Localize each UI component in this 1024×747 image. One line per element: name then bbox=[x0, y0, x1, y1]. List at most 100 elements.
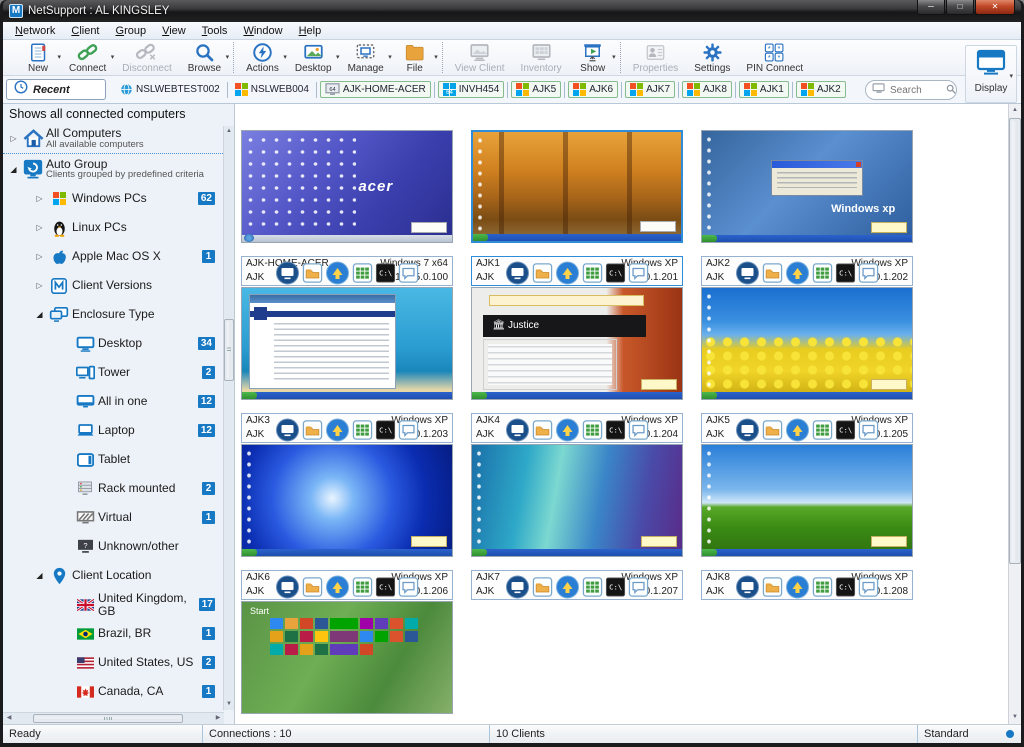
expand-arrow-icon[interactable]: ▷ bbox=[33, 194, 46, 203]
search-box[interactable] bbox=[865, 80, 957, 100]
view-icon[interactable] bbox=[506, 418, 530, 442]
inventory-grid-icon[interactable] bbox=[353, 577, 373, 597]
menu-item-view[interactable]: View bbox=[154, 25, 194, 37]
chat-icon[interactable] bbox=[629, 577, 649, 597]
tab-nslwebtest002[interactable]: NSLWEBTEST002 bbox=[116, 82, 224, 97]
sidebar-item-enclosure-type[interactable]: ◢Enclosure Type bbox=[3, 300, 223, 329]
tab-ajk2[interactable]: AJK2 bbox=[796, 81, 846, 98]
main-vertical-scrollbar[interactable]: ▲ ▼ bbox=[1008, 104, 1021, 724]
file-transfer-icon[interactable] bbox=[533, 263, 553, 283]
scroll-down-icon[interactable]: ▼ bbox=[224, 699, 234, 710]
settings-button[interactable]: Settings bbox=[686, 40, 738, 75]
sidebar-item-apple-mac-os-x[interactable]: ▷Apple Mac OS X1 bbox=[3, 242, 223, 271]
client-thumbnail[interactable] bbox=[241, 287, 453, 400]
command-prompt-icon[interactable]: C:\ bbox=[606, 263, 626, 283]
view-icon[interactable] bbox=[736, 575, 760, 599]
deploy-icon[interactable] bbox=[786, 418, 810, 442]
client-thumbnail[interactable] bbox=[701, 287, 913, 400]
view-icon[interactable] bbox=[736, 261, 760, 285]
sidebar-item-auto-group[interactable]: ◢Auto GroupClients grouped by predefined… bbox=[3, 154, 223, 184]
inventory-grid-icon[interactable] bbox=[813, 263, 833, 283]
collapse-arrow-icon[interactable]: ◢ bbox=[7, 165, 20, 174]
sidebar-item-laptop[interactable]: Laptop12 bbox=[3, 416, 223, 445]
connect-button[interactable]: ▾Connect bbox=[61, 40, 114, 75]
scroll-right-icon[interactable]: ▶ bbox=[212, 713, 224, 724]
client-thumbnail[interactable]: acer bbox=[241, 130, 453, 243]
tab-ajk1[interactable]: AJK1 bbox=[739, 81, 789, 98]
command-prompt-icon[interactable]: C:\ bbox=[376, 263, 396, 283]
menu-item-client[interactable]: Client bbox=[63, 25, 107, 37]
sidebar-item-canada-ca[interactable]: Canada, CA1 bbox=[3, 677, 223, 706]
deploy-icon[interactable] bbox=[556, 261, 580, 285]
desktop-button[interactable]: ▾Desktop bbox=[287, 40, 340, 75]
scroll-left-icon[interactable]: ◀ bbox=[3, 713, 15, 724]
deploy-icon[interactable] bbox=[326, 575, 350, 599]
tab-ajk-home-acer[interactable]: 64AJK-HOME-ACER bbox=[320, 81, 431, 98]
scroll-up-icon[interactable]: ▲ bbox=[1009, 104, 1021, 117]
sidebar-item-client-location[interactable]: ◢Client Location bbox=[3, 561, 223, 590]
view-icon[interactable] bbox=[506, 261, 530, 285]
close-button[interactable]: ✕ bbox=[975, 0, 1015, 15]
scroll-down-icon[interactable]: ▼ bbox=[1009, 711, 1021, 724]
tab-invh454[interactable]: 64INVH454 bbox=[438, 81, 505, 98]
scrollbar-thumb[interactable] bbox=[33, 714, 183, 723]
sidebar-item-all-in-one[interactable]: All in one12 bbox=[3, 387, 223, 416]
client-thumbnail[interactable]: Start bbox=[241, 601, 453, 714]
menu-item-help[interactable]: Help bbox=[291, 25, 330, 37]
view-icon[interactable] bbox=[276, 575, 300, 599]
file-transfer-icon[interactable] bbox=[303, 420, 323, 440]
client-thumbnail[interactable] bbox=[701, 444, 913, 557]
tab-ajk5[interactable]: AJK5 bbox=[511, 81, 561, 98]
display-button[interactable]: ▾ Display bbox=[965, 45, 1017, 103]
inventory-grid-icon[interactable] bbox=[583, 263, 603, 283]
sidebar-item-united-kingdom-gb[interactable]: United Kingdom, GB17 bbox=[3, 590, 223, 619]
command-prompt-icon[interactable]: C:\ bbox=[836, 420, 856, 440]
sidebar-item-virtual[interactable]: Virtual1 bbox=[3, 503, 223, 532]
sidebar-item-all-computers[interactable]: ▷All ComputersAll available computers bbox=[3, 124, 223, 154]
actions-button[interactable]: ▾Actions bbox=[238, 40, 287, 75]
file-transfer-icon[interactable] bbox=[533, 420, 553, 440]
search-input[interactable] bbox=[890, 85, 942, 96]
view-icon[interactable] bbox=[506, 575, 530, 599]
collapse-arrow-icon[interactable]: ◢ bbox=[33, 310, 46, 319]
tab-ajk7[interactable]: AJK7 bbox=[625, 81, 675, 98]
client-thumbnail[interactable] bbox=[471, 130, 683, 243]
sidebar-item-windows-pcs[interactable]: ▷Windows PCs62 bbox=[3, 184, 223, 213]
view-icon[interactable] bbox=[736, 418, 760, 442]
menu-item-group[interactable]: Group bbox=[108, 25, 155, 37]
sidebar-vertical-scrollbar[interactable]: ▲ ▼ bbox=[223, 126, 234, 710]
file-transfer-icon[interactable] bbox=[533, 577, 553, 597]
chat-icon[interactable] bbox=[859, 420, 879, 440]
view-icon[interactable] bbox=[276, 261, 300, 285]
file-transfer-icon[interactable] bbox=[763, 577, 783, 597]
chat-icon[interactable] bbox=[399, 577, 419, 597]
view-icon[interactable] bbox=[276, 418, 300, 442]
command-prompt-icon[interactable]: C:\ bbox=[606, 420, 626, 440]
menu-item-network[interactable]: Network bbox=[7, 25, 63, 37]
scrollbar-thumb[interactable] bbox=[224, 319, 234, 381]
sidebar-item-tower[interactable]: Tower2 bbox=[3, 358, 223, 387]
command-prompt-icon[interactable]: C:\ bbox=[836, 263, 856, 283]
inventory-grid-icon[interactable] bbox=[583, 420, 603, 440]
expand-arrow-icon[interactable]: ▷ bbox=[33, 223, 46, 232]
inventory-grid-icon[interactable] bbox=[353, 263, 373, 283]
tab-ajk6[interactable]: AJK6 bbox=[568, 81, 618, 98]
sidebar-item-rack-mounted[interactable]: Rack mounted2 bbox=[3, 474, 223, 503]
client-thumbnail[interactable] bbox=[241, 444, 453, 557]
new-button[interactable]: ▾New bbox=[15, 40, 61, 75]
menu-item-window[interactable]: Window bbox=[235, 25, 290, 37]
inventory-grid-icon[interactable] bbox=[583, 577, 603, 597]
command-prompt-icon[interactable]: C:\ bbox=[606, 577, 626, 597]
inventory-grid-icon[interactable] bbox=[813, 577, 833, 597]
sidebar-item-linux-pcs[interactable]: ▷Linux PCs bbox=[3, 213, 223, 242]
client-thumbnail[interactable]: Windows xp bbox=[701, 130, 913, 243]
tab-ajk8[interactable]: AJK8 bbox=[682, 81, 732, 98]
sidebar-item-brazil-br[interactable]: Brazil, BR1 bbox=[3, 619, 223, 648]
command-prompt-icon[interactable]: C:\ bbox=[836, 577, 856, 597]
deploy-icon[interactable] bbox=[556, 575, 580, 599]
browse-button[interactable]: ▾Browse bbox=[180, 40, 229, 75]
deploy-icon[interactable] bbox=[786, 261, 810, 285]
file-transfer-icon[interactable] bbox=[763, 420, 783, 440]
chat-icon[interactable] bbox=[859, 263, 879, 283]
pin-connect-button[interactable]: ****PIN Connect bbox=[738, 40, 811, 75]
